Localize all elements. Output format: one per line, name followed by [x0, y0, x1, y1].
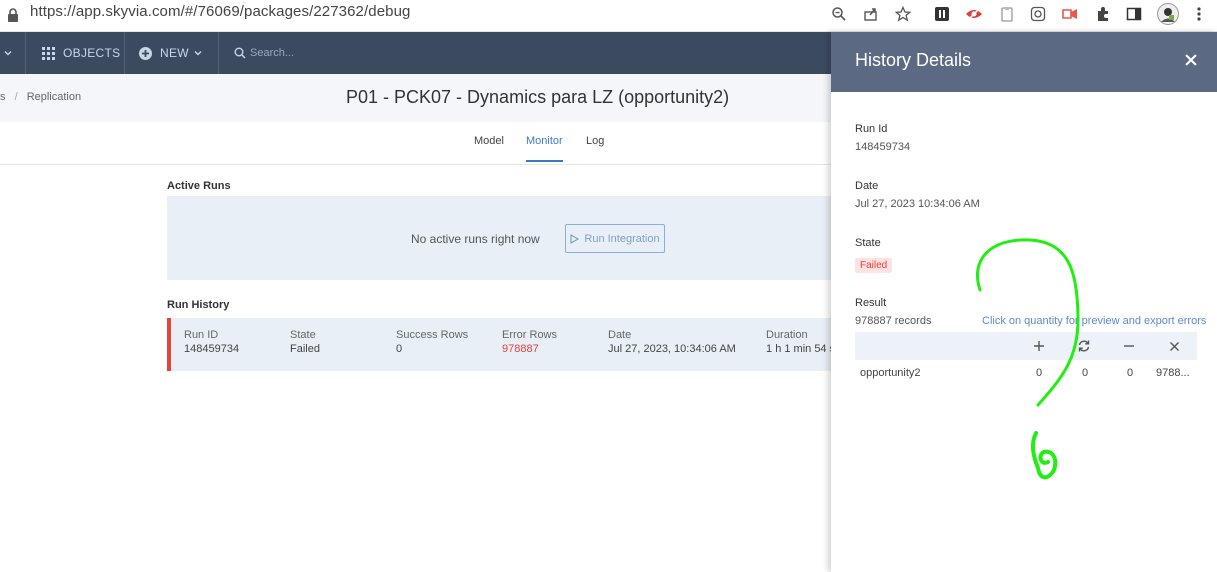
run-id-value: 148459734	[855, 141, 911, 153]
page-header: s / Replication P01 - PCK07 - Dynamics p…	[0, 74, 831, 122]
date-value: Jul 27, 2023 10:34:06 AM	[855, 198, 980, 210]
run-id-label: Run Id	[855, 123, 888, 135]
result-updated-count[interactable]: 0	[1082, 367, 1088, 379]
history-col-date: Date Jul 27, 2023, 10:34:06 AM	[608, 329, 736, 355]
date-label: Date	[855, 180, 879, 192]
lock-icon	[8, 8, 18, 22]
share-icon[interactable]	[859, 2, 883, 26]
tab-monitor[interactable]: Monitor	[526, 135, 563, 162]
close-icon[interactable]	[1181, 51, 1201, 71]
nav-menu-chevron[interactable]	[3, 32, 13, 74]
result-table-header	[855, 332, 1197, 360]
result-object-name: opportunity2	[860, 367, 921, 379]
state-label: State	[855, 237, 881, 249]
run-integration-label: Run Integration	[584, 232, 660, 245]
refresh-icon	[1072, 334, 1096, 358]
extension-record-icon[interactable]	[1058, 2, 1082, 26]
tab-bar: Model Monitor Log	[0, 122, 831, 165]
extension-eye-icon[interactable]	[962, 2, 986, 26]
status-badge: Failed	[855, 258, 893, 273]
new-label: NEW	[160, 46, 189, 60]
result-error-count[interactable]: 9788...	[1156, 367, 1190, 379]
history-details-panel: History Details Run Id 148459734 Date Ju…	[831, 32, 1217, 572]
errors-hint-link[interactable]: Click on quantity for preview and export…	[982, 315, 1206, 327]
result-label: Result	[855, 297, 887, 309]
minus-icon	[1117, 334, 1141, 358]
play-icon	[570, 233, 580, 244]
avatar[interactable]	[1156, 2, 1180, 26]
panel-title: History Details	[855, 50, 972, 70]
objects-menu[interactable]: OBJECTS	[42, 32, 120, 74]
history-col-state: State Failed	[290, 329, 320, 355]
plus-icon	[1027, 334, 1051, 358]
history-col-error-rows: Error Rows 978887	[502, 329, 558, 355]
panel-header: History Details	[831, 32, 1217, 92]
chevron-down-icon	[4, 51, 12, 56]
breadcrumb-current[interactable]: Replication	[27, 91, 81, 103]
puzzle-icon[interactable]	[1091, 2, 1115, 26]
page-title: P01 - PCK07 - Dynamics para LZ (opportun…	[346, 87, 730, 107]
plus-circle-icon	[139, 46, 152, 60]
search-input[interactable]: Search...	[234, 32, 294, 74]
sidepanel-icon[interactable]	[1122, 2, 1146, 26]
run-integration-button[interactable]: Run Integration	[565, 224, 665, 253]
breadcrumb-prev[interactable]: s	[0, 91, 6, 103]
search-icon	[234, 47, 246, 59]
search-placeholder: Search...	[250, 47, 295, 59]
kebab-icon[interactable]	[1187, 2, 1211, 26]
history-col-run-id: Run ID 148459734	[184, 329, 240, 355]
history-col-success-rows: Success Rows 0	[396, 329, 469, 355]
x-icon	[1162, 334, 1186, 358]
breadcrumb: s / Replication	[0, 91, 82, 103]
run-history-row[interactable]: Run ID 148459734 State Failed Success Rows…	[167, 318, 835, 371]
history-col-duration: Duration 1 h 1 min 54 s	[766, 329, 836, 355]
result-value: 978887 records	[855, 315, 932, 327]
run-history-heading: Run History	[167, 299, 230, 311]
result-deleted-count[interactable]: 0	[1127, 367, 1133, 379]
star-icon[interactable]	[891, 2, 915, 26]
extension-clipboard-icon[interactable]	[995, 2, 1019, 26]
zoom-icon[interactable]	[827, 2, 851, 26]
extension-pause-icon[interactable]	[930, 2, 954, 26]
address-bar-url[interactable]: https://app.skyvia.com/#/76069/packages/…	[30, 3, 410, 20]
tab-model[interactable]: Model	[474, 135, 504, 160]
active-runs-box: No active runs right now Run Integration	[167, 196, 831, 280]
extension-capture-icon[interactable]	[1026, 2, 1050, 26]
grid-icon	[42, 46, 55, 60]
new-menu[interactable]: NEW	[139, 32, 203, 74]
result-inserted-count[interactable]: 0	[1036, 367, 1042, 379]
no-active-runs-message: No active runs right now	[411, 232, 540, 246]
browser-toolbar: https://app.skyvia.com/#/76069/packages/…	[0, 0, 1217, 32]
chevron-down-icon	[194, 51, 202, 56]
tab-log[interactable]: Log	[586, 135, 604, 160]
active-runs-heading: Active Runs	[167, 180, 231, 192]
objects-label: OBJECTS	[63, 46, 121, 60]
